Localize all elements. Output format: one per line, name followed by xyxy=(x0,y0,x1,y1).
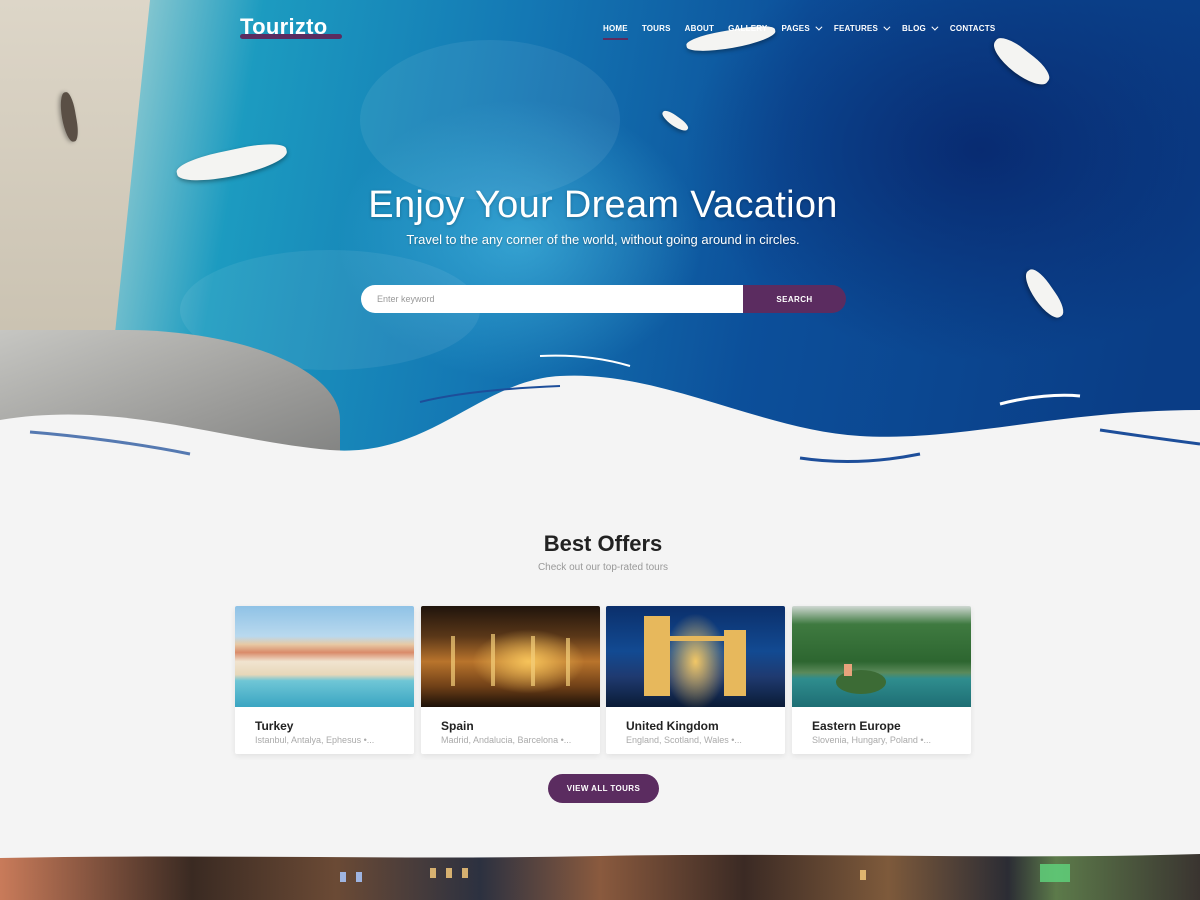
lit-window xyxy=(462,868,468,878)
search-form: SEARCH xyxy=(361,285,846,313)
chevron-down-icon xyxy=(815,23,823,31)
nav-item-label: ABOUT xyxy=(684,24,715,33)
nav-item-contacts[interactable]: CONTACTS xyxy=(950,24,995,33)
card-description: Madrid, Andalucia, Barcelona •... xyxy=(441,735,572,745)
bottom-wave-divider xyxy=(0,848,1200,858)
yacht-image xyxy=(1019,265,1069,323)
lit-window xyxy=(446,868,452,878)
nav-item-label: BLOG xyxy=(902,24,926,33)
card-title: Spain xyxy=(441,719,474,733)
nav-item-about[interactable]: ABOUT xyxy=(685,24,714,33)
building-column xyxy=(531,636,535,686)
search-input[interactable] xyxy=(361,285,743,313)
hero-title: Enjoy Your Dream Vacation xyxy=(368,184,838,226)
card-title: United Kingdom xyxy=(626,719,719,733)
yacht-image xyxy=(987,32,1055,92)
chevron-down-icon xyxy=(883,23,891,31)
logo-underline xyxy=(240,34,342,39)
card-description: England, Scotland, Wales •... xyxy=(626,735,742,745)
lit-window xyxy=(430,868,436,878)
card-description: Slovenia, Hungary, Poland •... xyxy=(812,735,932,745)
lake-bled-photo xyxy=(792,606,971,707)
main-nav: HOME TOURS ABOUT GALLERY PAGES FEATURES … xyxy=(603,23,1009,40)
nav-item-tours[interactable]: TOURS xyxy=(642,24,671,33)
church-shape xyxy=(844,664,852,676)
hero-beach xyxy=(0,0,150,360)
card-title: Turkey xyxy=(255,719,294,733)
search-button[interactable]: SEARCH xyxy=(743,285,846,313)
section-title: Best Offers xyxy=(543,531,663,556)
yacht-image xyxy=(174,138,290,188)
green-light xyxy=(1040,864,1070,882)
offer-card-united-kingdom[interactable]: United Kingdom England, Scotland, Wales … xyxy=(606,606,785,754)
offer-card-spain[interactable]: Spain Madrid, Andalucia, Barcelona •... xyxy=(421,606,600,754)
lit-window xyxy=(356,872,362,882)
hero-subtitle: Travel to the any corner of the world, w… xyxy=(406,232,800,247)
nav-item-pages[interactable]: PAGES xyxy=(781,23,823,33)
bridge-tower xyxy=(724,630,746,696)
nav-item-blog[interactable]: BLOG xyxy=(902,23,939,33)
lit-window xyxy=(860,870,866,880)
nav-item-gallery[interactable]: GALLERY xyxy=(728,24,767,33)
building-column xyxy=(566,638,570,686)
card-description: Istanbul, Antalya, Ephesus •... xyxy=(255,735,375,745)
nav-item-label: HOME xyxy=(603,24,628,33)
offer-card-turkey[interactable]: Turkey Istanbul, Antalya, Ephesus •... xyxy=(235,606,414,754)
building-column xyxy=(491,634,495,686)
nav-item-label: CONTACTS xyxy=(949,24,996,33)
tower-bridge-photo xyxy=(606,606,785,707)
bridge-tower xyxy=(644,616,670,696)
nav-item-label: FEATURES xyxy=(833,24,878,33)
nav-item-home[interactable]: HOME xyxy=(603,24,628,40)
spain-photo xyxy=(421,606,600,707)
lit-window xyxy=(340,872,346,882)
nav-item-label: PAGES xyxy=(781,24,810,33)
water-ripple xyxy=(360,40,620,200)
nav-item-features[interactable]: FEATURES xyxy=(833,23,891,33)
turkey-photo xyxy=(235,606,414,707)
nav-item-label: TOURS xyxy=(641,24,671,33)
bridge-walkway xyxy=(670,636,724,641)
building-column xyxy=(451,636,455,686)
section-subtitle: Check out our top-rated tours xyxy=(537,562,669,573)
nav-item-label: GALLERY xyxy=(728,24,768,33)
view-all-tours-button[interactable]: VIEW ALL TOURS xyxy=(548,774,659,803)
offer-card-eastern-europe[interactable]: Eastern Europe Slovenia, Hungary, Poland… xyxy=(792,606,971,754)
hero-wave-divider xyxy=(0,354,1200,500)
boat-image xyxy=(659,108,691,134)
card-title: Eastern Europe xyxy=(812,719,901,733)
chevron-down-icon xyxy=(931,23,939,31)
